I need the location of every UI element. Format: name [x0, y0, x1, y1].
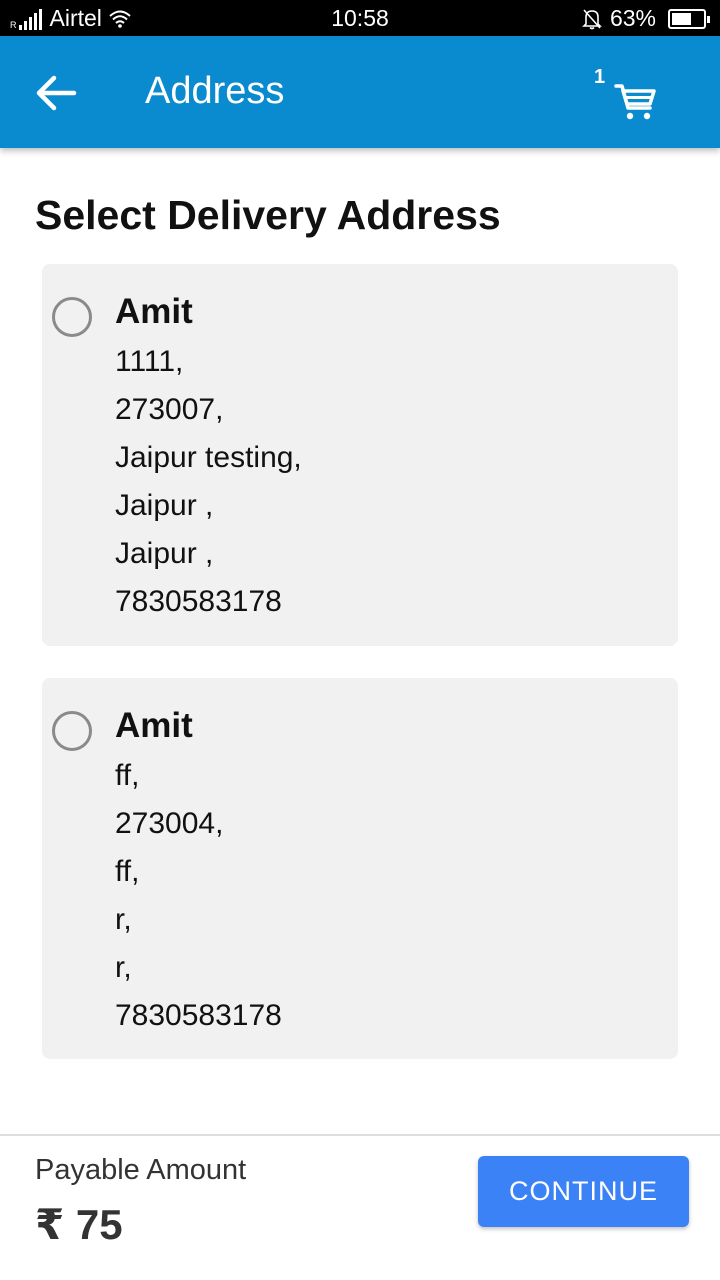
- address-card[interactable]: Amit ff, 273004, ff, r, r, 7830583178: [42, 678, 678, 1059]
- address-phone: 7830583178: [115, 585, 282, 618]
- cart-count-badge: 1: [594, 66, 606, 88]
- bell-muted-icon: [582, 8, 602, 29]
- section-title: Select Delivery Address: [35, 192, 501, 238]
- address-line: 1111,: [115, 345, 184, 378]
- address-line: ff,: [115, 855, 140, 888]
- cart-icon: [614, 84, 656, 120]
- address-line: r,: [115, 951, 132, 984]
- address-name: Amit: [115, 292, 193, 331]
- status-right: 63%: [582, 5, 710, 32]
- address-name: Amit: [115, 706, 193, 745]
- address-line: Jaipur ,: [115, 537, 214, 570]
- app-bar: Address 1: [0, 36, 720, 148]
- checkout-bar: Payable Amount ₹ 75 CONTINUE: [0, 1134, 720, 1280]
- address-line: Jaipur ,: [115, 489, 214, 522]
- battery-fill: [672, 12, 691, 25]
- address-line: r,: [115, 903, 132, 936]
- battery-icon: [668, 8, 710, 29]
- arrow-left-icon: [36, 75, 77, 111]
- cart-button[interactable]: 1: [588, 64, 668, 128]
- address-phone: 7830583178: [115, 999, 282, 1032]
- status-bar: R Airtel 10:58 63%: [0, 0, 720, 36]
- back-button[interactable]: [30, 72, 80, 114]
- continue-button[interactable]: CONTINUE: [478, 1156, 689, 1227]
- address-lines: 1111, 273007, Jaipur testing, Jaipur , J…: [115, 344, 302, 632]
- battery-percent: 63%: [609, 5, 656, 31]
- address-lines: ff, 273004, ff, r, r, 7830583178: [115, 758, 282, 1046]
- address-line: ff,: [115, 759, 140, 792]
- address-line: Jaipur testing,: [115, 441, 302, 474]
- address-radio[interactable]: [52, 711, 92, 751]
- page-title: Address: [145, 70, 285, 112]
- address-card[interactable]: Amit 1111, 273007, Jaipur testing, Jaipu…: [42, 264, 678, 646]
- address-radio[interactable]: [52, 297, 92, 337]
- payable-amount: ₹ 75: [35, 1201, 123, 1248]
- payable-label: Payable Amount: [35, 1154, 247, 1186]
- address-line: 273007,: [115, 393, 224, 426]
- address-line: 273004,: [115, 807, 224, 840]
